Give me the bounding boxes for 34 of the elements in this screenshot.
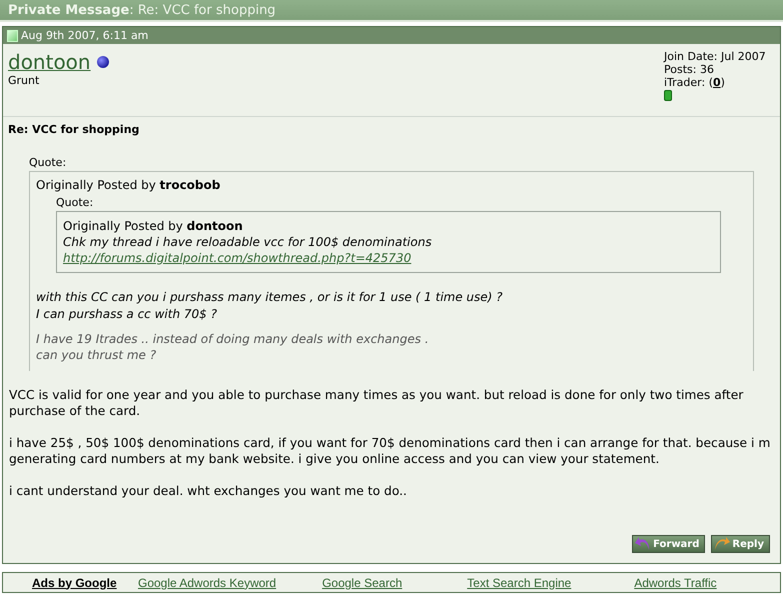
itrader-link[interactable]: 0 bbox=[713, 76, 721, 89]
itrader-score: iTrader: (0) bbox=[664, 76, 726, 89]
message-paragraph: i have 25$ , 50$ 100$ denominations card, if you want for 70$ denominations card then i can arrange for that. because i m generating card numbers at my bank website. i give you online access and you can view your statement. bbox=[9, 435, 772, 467]
quote-text: I can purshass a cc with 70$ ? bbox=[36, 306, 218, 323]
message-paragraph: VCC is valid for one year and you able to purchase many times as you want. but reload is done for only two times after purchase of the card. bbox=[9, 387, 744, 419]
ads-label[interactable]: Ads by Google bbox=[32, 576, 126, 590]
ad-link[interactable]: Google Adwords Keyword bbox=[138, 576, 276, 590]
reputation-icon bbox=[664, 90, 672, 101]
quote-byline: Originally Posted by trocobob bbox=[36, 178, 222, 192]
ad-link[interactable]: Google Search bbox=[322, 576, 402, 590]
quote-text: can you thrust me ? bbox=[36, 347, 158, 363]
user-rank: Grunt bbox=[8, 74, 40, 87]
ad-link[interactable]: Adwords Traffic bbox=[634, 576, 717, 590]
post-count: Posts: 36 bbox=[664, 63, 715, 76]
curved-arrow-icon bbox=[714, 537, 730, 551]
quote-text: Chk my thread i have reloadable vcc for 100$ denominations bbox=[63, 234, 433, 250]
quote-text: with this CC can you i purshass many itemes , or is it for 1 use ( 1 time use) ? bbox=[36, 289, 504, 306]
document-icon bbox=[7, 30, 18, 42]
join-date: Join Date: Jul 2007 bbox=[664, 50, 767, 63]
quote-label: Quote: bbox=[29, 156, 68, 169]
reply-button[interactable]: Reply bbox=[711, 535, 770, 553]
post-date: Aug 9th 2007, 6:11 am bbox=[21, 29, 148, 42]
forward-button[interactable]: Forward bbox=[632, 535, 706, 553]
quote-byline: Originally Posted by dontoon bbox=[63, 218, 244, 234]
curved-arrow-icon bbox=[635, 537, 652, 551]
ad-link[interactable]: Text Search Engine bbox=[467, 576, 572, 590]
quote-text: I have 19 Itrades .. instead of doing many deals with exchanges . bbox=[36, 331, 430, 347]
thread-link[interactable]: http://forums.digitalpoint.com/showthread.php?t=425730 bbox=[63, 251, 412, 265]
quote-label: Quote: bbox=[56, 196, 94, 209]
page-title: Private Message: Re: VCC for shopping bbox=[0, 0, 783, 22]
status-dot-icon bbox=[96, 56, 109, 68]
message-paragraph: i cant understand your deal. wht exchanges you want me to do.. bbox=[9, 483, 408, 499]
author-link[interactable]: dontoon bbox=[8, 50, 91, 74]
post-title: Re: VCC for shopping bbox=[7, 122, 140, 138]
